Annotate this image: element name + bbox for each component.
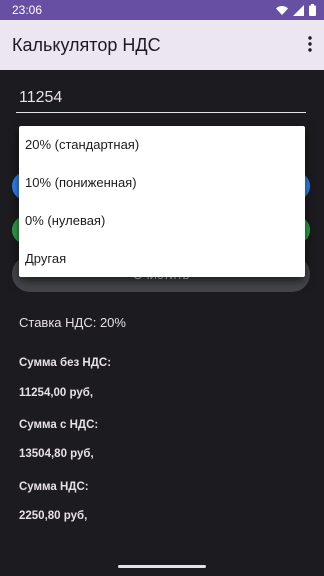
amount-input[interactable] bbox=[16, 86, 312, 110]
navigation-bar bbox=[0, 556, 324, 576]
vat-amount-label: Сумма НДС: bbox=[19, 481, 89, 493]
amount-input-container bbox=[16, 86, 312, 113]
dropdown-option-other[interactable]: Другая bbox=[19, 239, 305, 277]
vat-amount-value: 2250,80 руб, bbox=[19, 510, 88, 522]
with-vat-value: 13504,80 руб, bbox=[19, 448, 94, 460]
vat-rate-text: Ставка НДС: 20% bbox=[19, 315, 126, 330]
wifi-icon bbox=[276, 5, 288, 15]
dropdown-option-10[interactable]: 10% (пониженная) bbox=[19, 164, 305, 202]
dropdown-option-20[interactable]: 20% (стандартная) bbox=[19, 126, 305, 164]
without-vat-value: 11254,00 руб, bbox=[19, 387, 94, 399]
app-bar: Калькулятор НДС bbox=[0, 20, 324, 70]
with-vat-label: Сумма с НДС: bbox=[19, 419, 99, 431]
battery-icon bbox=[309, 4, 316, 16]
signal-icon bbox=[293, 4, 304, 16]
more-vert-icon[interactable] bbox=[306, 36, 314, 52]
without-vat-label: Сумма без НДС: bbox=[19, 357, 112, 369]
vat-rate-dropdown[interactable]: 20% (стандартная) 10% (пониженная) 0% (н… bbox=[19, 126, 305, 277]
status-icons bbox=[276, 4, 316, 16]
home-gesture-handle[interactable] bbox=[118, 565, 206, 568]
dropdown-option-0[interactable]: 0% (нулевая) bbox=[19, 202, 305, 240]
status-bar: 23:06 bbox=[0, 0, 324, 20]
status-time: 23:06 bbox=[12, 3, 43, 17]
app-title: Калькулятор НДС bbox=[12, 35, 161, 55]
